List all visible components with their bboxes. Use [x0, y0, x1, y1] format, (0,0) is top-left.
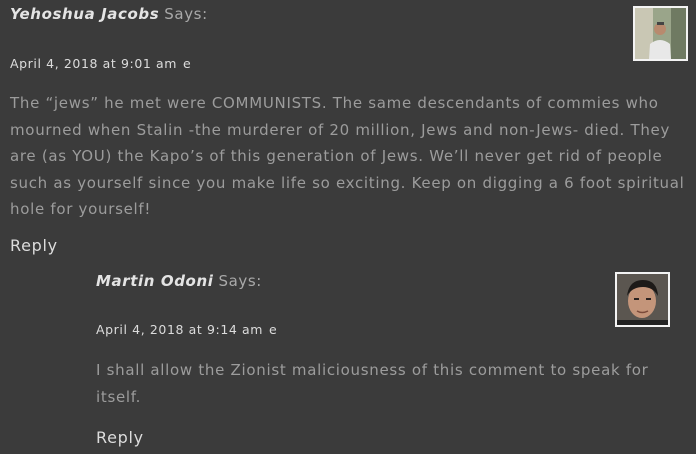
- comment-body: I shall allow the Zionist maliciousness …: [96, 361, 649, 406]
- comment-says-label: Says:: [164, 5, 208, 23]
- comment-yehoshua-jacobs: Yehoshua Jacobs Says: April 4, 2018 at 9:…: [0, 0, 696, 262]
- avatar: [615, 272, 670, 327]
- reply-link[interactable]: Reply: [96, 428, 144, 447]
- comment-says-label: Says:: [218, 272, 262, 290]
- comment-author-line: Yehoshua Jacobs Says:: [10, 5, 208, 23]
- comment-date-link[interactable]: April 4, 2018 at 9:01 am: [10, 56, 177, 71]
- user-photo-avatar-icon: [635, 8, 686, 59]
- comment-meta: April 4, 2018 at 9:01 am e: [10, 56, 191, 71]
- comment-author-line: Martin Odoni Says:: [96, 272, 262, 290]
- comment-body: The “jews” he met were COMMUNISTS. The s…: [10, 94, 685, 218]
- comment-martin-odoni: Martin Odoni Says: April 4, 2018 at 9:14 …: [86, 262, 696, 454]
- comment-meta: April 4, 2018 at 9:14 am e: [96, 322, 277, 337]
- comment-author-name[interactable]: Martin Odoni: [96, 272, 213, 290]
- comment-author-name[interactable]: Yehoshua Jacobs: [10, 5, 159, 23]
- comment-date-link[interactable]: April 4, 2018 at 9:14 am: [96, 322, 263, 337]
- comment-edit-link[interactable]: e: [183, 56, 191, 71]
- reply-link[interactable]: Reply: [10, 236, 58, 255]
- user-photo-avatar-icon: [617, 274, 668, 325]
- comment-edit-link[interactable]: e: [269, 322, 277, 337]
- avatar: [633, 6, 688, 61]
